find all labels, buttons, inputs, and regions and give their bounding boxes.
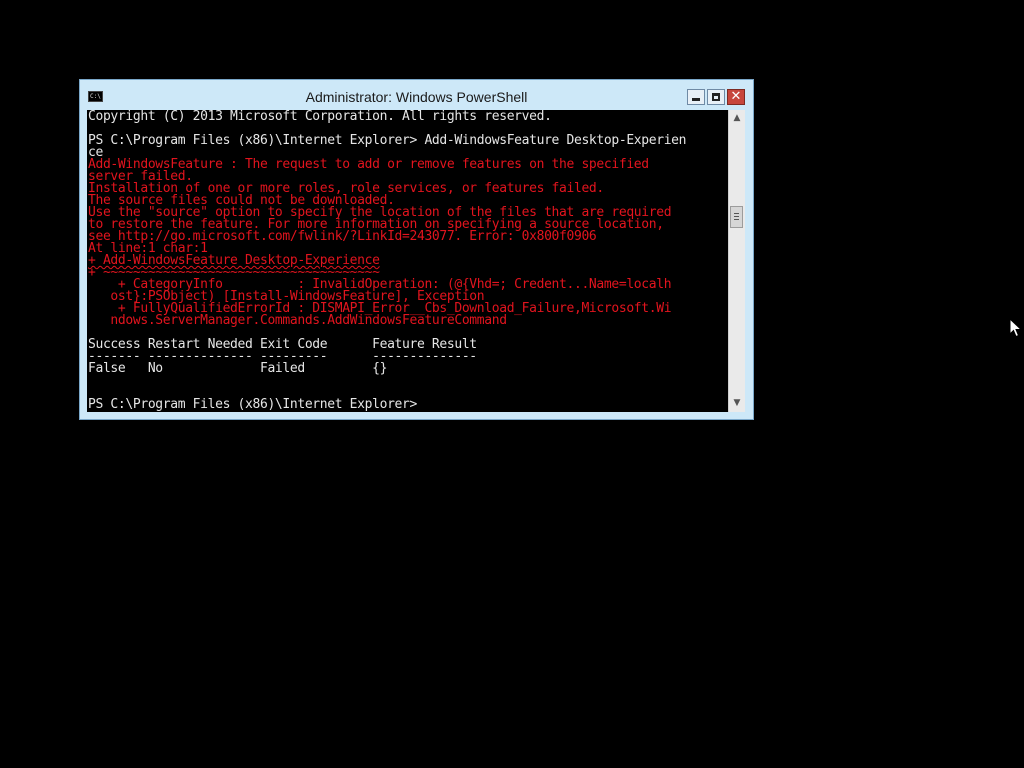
desktop: C:\ Administrator: Windows PowerShell ✕ … (0, 0, 1024, 768)
console-output-line: PS C:\Program Files (x86)\Internet Explo… (88, 397, 417, 412)
thumb-grip (734, 219, 739, 220)
console-output-line: PS C:\Program Files (x86)\Internet Explo… (88, 133, 687, 148)
minimize-icon (692, 98, 700, 101)
scroll-down-arrow-icon[interactable]: ▼ (729, 395, 745, 412)
minimize-button[interactable] (687, 89, 705, 105)
scroll-up-arrow-icon[interactable]: ▲ (729, 110, 745, 127)
console-text: Copyright (C) 2013 Microsoft Corporation… (88, 110, 687, 412)
scrollbar-thumb[interactable] (730, 206, 743, 228)
mouse-pointer-icon (1009, 318, 1023, 338)
maximize-button[interactable] (707, 89, 725, 105)
console-output-line (88, 375, 686, 387)
console-output-line: Copyright (C) 2013 Microsoft Corporation… (88, 110, 552, 124)
console-error-line: ndows.ServerManager.Commands.AddWindowsF… (88, 313, 507, 328)
powershell-window[interactable]: C:\ Administrator: Windows PowerShell ✕ … (79, 79, 754, 420)
thumb-grip (734, 216, 739, 217)
maximize-icon (712, 93, 720, 101)
title-bar[interactable]: C:\ Administrator: Windows PowerShell ✕ (80, 80, 753, 110)
console-output-line: False No Failed {} (88, 361, 388, 376)
window-title: Administrator: Windows PowerShell (305, 89, 528, 105)
console-output[interactable]: Copyright (C) 2013 Microsoft Corporation… (87, 110, 728, 412)
thumb-grip (734, 213, 739, 214)
vertical-scrollbar[interactable]: ▲ ▼ (728, 110, 745, 412)
close-icon: ✕ (730, 89, 742, 104)
close-button[interactable]: ✕ (727, 89, 745, 105)
